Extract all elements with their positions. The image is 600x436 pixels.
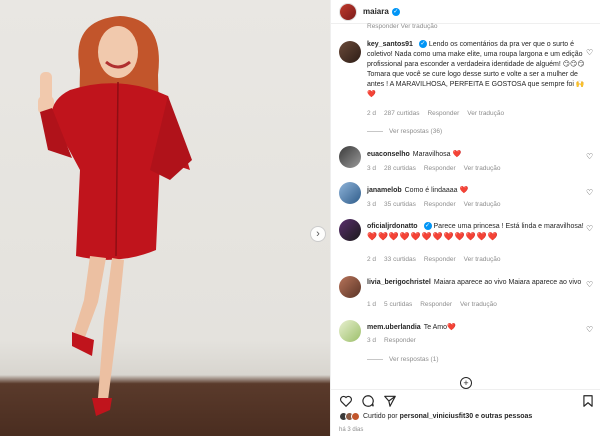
comment-username[interactable]: oficialjrdonatto	[367, 223, 418, 230]
avatar[interactable]	[339, 146, 361, 168]
comment-body: janamelob Como é lindaaaa ❤️	[367, 186, 585, 196]
comment-username[interactable]: livia_berigochristel	[367, 279, 431, 286]
verified-badge-icon: ✓	[423, 222, 432, 231]
translate-button[interactable]: Ver tradução	[464, 165, 501, 172]
cutoff-comment-meta: Responder Ver tradução	[367, 23, 438, 30]
comment-text: Como é lindaaaa ❤️	[404, 187, 469, 194]
liked-by: Curtido por personal_viniciusfit30 e out…	[339, 412, 532, 421]
comment-meta: 3 d Responder	[367, 337, 424, 344]
avatar[interactable]	[339, 276, 361, 298]
comment-text: Lendo os comentários da pra ver que o su…	[367, 41, 585, 98]
share-icon[interactable]	[383, 394, 397, 408]
comment-likes[interactable]: 35 curtidas	[384, 201, 416, 208]
comment-username[interactable]: mem.uberlandia	[367, 324, 421, 331]
plus-circle-icon[interactable]: +	[460, 377, 472, 389]
action-bar	[331, 389, 600, 409]
bookmark-icon[interactable]	[581, 394, 595, 408]
comments-panel: maiara ✓ Responder Ver tradução key_sant…	[330, 0, 600, 436]
translate-button[interactable]: Ver tradução	[460, 301, 497, 308]
comment-meta: 2 d 33 curtidas Responder Ver tradução	[367, 256, 509, 263]
avatar	[351, 412, 360, 421]
view-replies-button[interactable]: Ver respostas (36)	[367, 128, 442, 135]
comment-username[interactable]: janamelob	[367, 187, 402, 194]
heart-icon[interactable]	[339, 394, 353, 408]
comment-text: Maiara aparece ao vivo Maiara aparece ao…	[433, 279, 582, 286]
comment-likes[interactable]: 5 curtidas	[384, 301, 412, 308]
comment-age: 3 d	[367, 165, 377, 172]
comment-likes[interactable]: 33 curtidas	[384, 256, 416, 263]
comment-text: Te Amo❤️	[423, 324, 456, 331]
avatar[interactable]	[339, 320, 361, 342]
heart-icon[interactable]: ♡	[586, 152, 595, 161]
post-author[interactable]: maiara	[363, 7, 389, 16]
reply-button[interactable]: Responder	[420, 301, 452, 308]
translate-button[interactable]: Ver tradução	[464, 256, 501, 263]
comment-age: 2 d	[367, 256, 377, 263]
reply-button[interactable]: Responder	[424, 201, 456, 208]
liked-by-prefix: Curtido por	[363, 413, 398, 420]
comment-age: 3 d	[367, 337, 377, 344]
liked-by-others[interactable]: e outras pessoas	[475, 413, 532, 420]
comment-age: 2 d	[367, 110, 377, 117]
view-replies-button[interactable]: Ver respostas (1)	[367, 356, 439, 363]
comment-username[interactable]: euaconselho	[367, 151, 410, 158]
comment-body: mem.uberlandia Te Amo❤️	[367, 323, 585, 333]
post-header: maiara ✓	[331, 0, 600, 24]
reply-button[interactable]: Responder	[424, 165, 456, 172]
comment-likes[interactable]: 28 curtidas	[384, 165, 416, 172]
heart-icon[interactable]: ♡	[586, 188, 595, 197]
comment-meta: 3 d 28 curtidas Responder Ver tradução	[367, 165, 509, 172]
comment-body: key_santos91 ✓ Lendo os comentários da pr…	[367, 40, 585, 100]
post-time: há 3 dias	[339, 427, 364, 433]
translate-button[interactable]: Ver tradução	[467, 110, 504, 117]
heart-icon[interactable]: ♡	[586, 280, 595, 289]
reply-button[interactable]: Responder	[424, 256, 456, 263]
heart-icon[interactable]: ♡	[586, 48, 595, 57]
liked-by-user[interactable]: personal_viniciusfit30	[400, 413, 474, 420]
comment-hearts: ❤️❤️❤️❤️❤️❤️❤️❤️❤️❤️❤️❤️	[367, 232, 499, 241]
translate-button[interactable]: Ver tradução	[464, 201, 501, 208]
comment-age: 3 d	[367, 201, 377, 208]
comment-text: Parece uma princesa ! Está linda e marav…	[433, 223, 584, 230]
comment-body: livia_berigochristel Maiara aparece ao vi…	[367, 278, 585, 288]
heart-icon[interactable]: ♡	[586, 224, 595, 233]
comment-meta: 1 d 5 curtidas Responder Ver tradução	[367, 301, 505, 308]
comment-body: euaconselho Maravilhosa ❤️	[367, 150, 585, 160]
comment-likes[interactable]: 287 curtidas	[384, 110, 419, 117]
avatar[interactable]	[339, 41, 361, 63]
verified-badge-icon: ✓	[391, 7, 400, 16]
chevron-right-icon[interactable]: ›	[310, 226, 326, 242]
verified-badge-icon: ✓	[418, 40, 427, 49]
comment-username[interactable]: key_santos91	[367, 41, 413, 48]
comment-meta: 2 d 287 curtidas Responder Ver tradução	[367, 110, 512, 117]
comment-icon[interactable]	[361, 394, 375, 408]
avatar[interactable]	[339, 182, 361, 204]
comment-text: Maravilhosa ❤️	[412, 151, 462, 158]
comment-meta: 3 d 35 curtidas Responder Ver tradução	[367, 201, 509, 208]
comment-age: 1 d	[367, 301, 377, 308]
reply-button[interactable]: Responder	[384, 337, 416, 344]
woman-in-red-dress-illustration	[38, 16, 192, 416]
avatar[interactable]	[339, 2, 357, 21]
heart-icon[interactable]: ♡	[586, 325, 595, 334]
avatar[interactable]	[339, 219, 361, 241]
comment-body: oficialjrdonatto ✓ Parece uma princesa ! …	[367, 222, 585, 242]
reply-button[interactable]: Responder	[427, 110, 459, 117]
post-photo[interactable]: ›	[0, 0, 330, 436]
